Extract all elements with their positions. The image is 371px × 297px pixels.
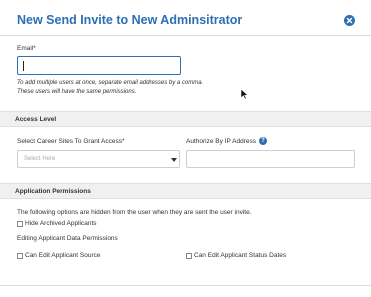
section-application-permissions: Application Permissions xyxy=(0,183,371,199)
application-permissions-heading: Application Permissions xyxy=(15,188,91,195)
ip-address-label: Authorize By IP Address xyxy=(186,138,256,145)
send-invite-dialog: New Send Invite to New Adminsitrator Ema… xyxy=(0,0,371,297)
chevron-down-icon xyxy=(171,158,177,162)
dialog-header: New Send Invite to New Adminsitrator xyxy=(0,0,371,36)
access-level-heading: Access Level xyxy=(15,116,57,123)
hide-archived-checkbox[interactable] xyxy=(17,221,23,227)
career-sites-label: Select Career Sites To Grant Access* xyxy=(17,138,125,145)
help-icon[interactable]: ? xyxy=(259,137,267,145)
dialog-title: New Send Invite to New Adminsitrator xyxy=(17,13,243,27)
footer-divider xyxy=(0,285,371,286)
close-icon[interactable] xyxy=(344,15,355,26)
email-help-line1: To add multiple users at once, separate … xyxy=(17,80,204,86)
career-sites-placeholder: Select Here xyxy=(24,156,56,162)
career-sites-select[interactable]: Select Here xyxy=(17,150,180,168)
edit-status-dates-checkbox[interactable] xyxy=(186,253,192,259)
ip-address-field[interactable] xyxy=(186,150,355,168)
text-caret xyxy=(23,61,24,71)
editing-permissions-heading: Editing Applicant Data Permissions xyxy=(17,235,118,242)
edit-status-dates-label: Can Edit Applicant Status Dates xyxy=(194,252,287,259)
email-help-line2: These users will have the same permissio… xyxy=(17,89,137,95)
hide-archived-label: Hide Archived Applicants xyxy=(25,220,97,227)
section-access-level: Access Level xyxy=(0,111,371,127)
mouse-cursor-icon xyxy=(240,88,249,100)
permissions-note: The following options are hidden from th… xyxy=(17,209,252,216)
edit-source-label: Can Edit Applicant Source xyxy=(25,252,101,259)
email-field[interactable] xyxy=(17,56,181,75)
header-divider xyxy=(0,35,371,36)
edit-source-checkbox[interactable] xyxy=(17,253,23,259)
email-label: Email* xyxy=(17,45,36,52)
